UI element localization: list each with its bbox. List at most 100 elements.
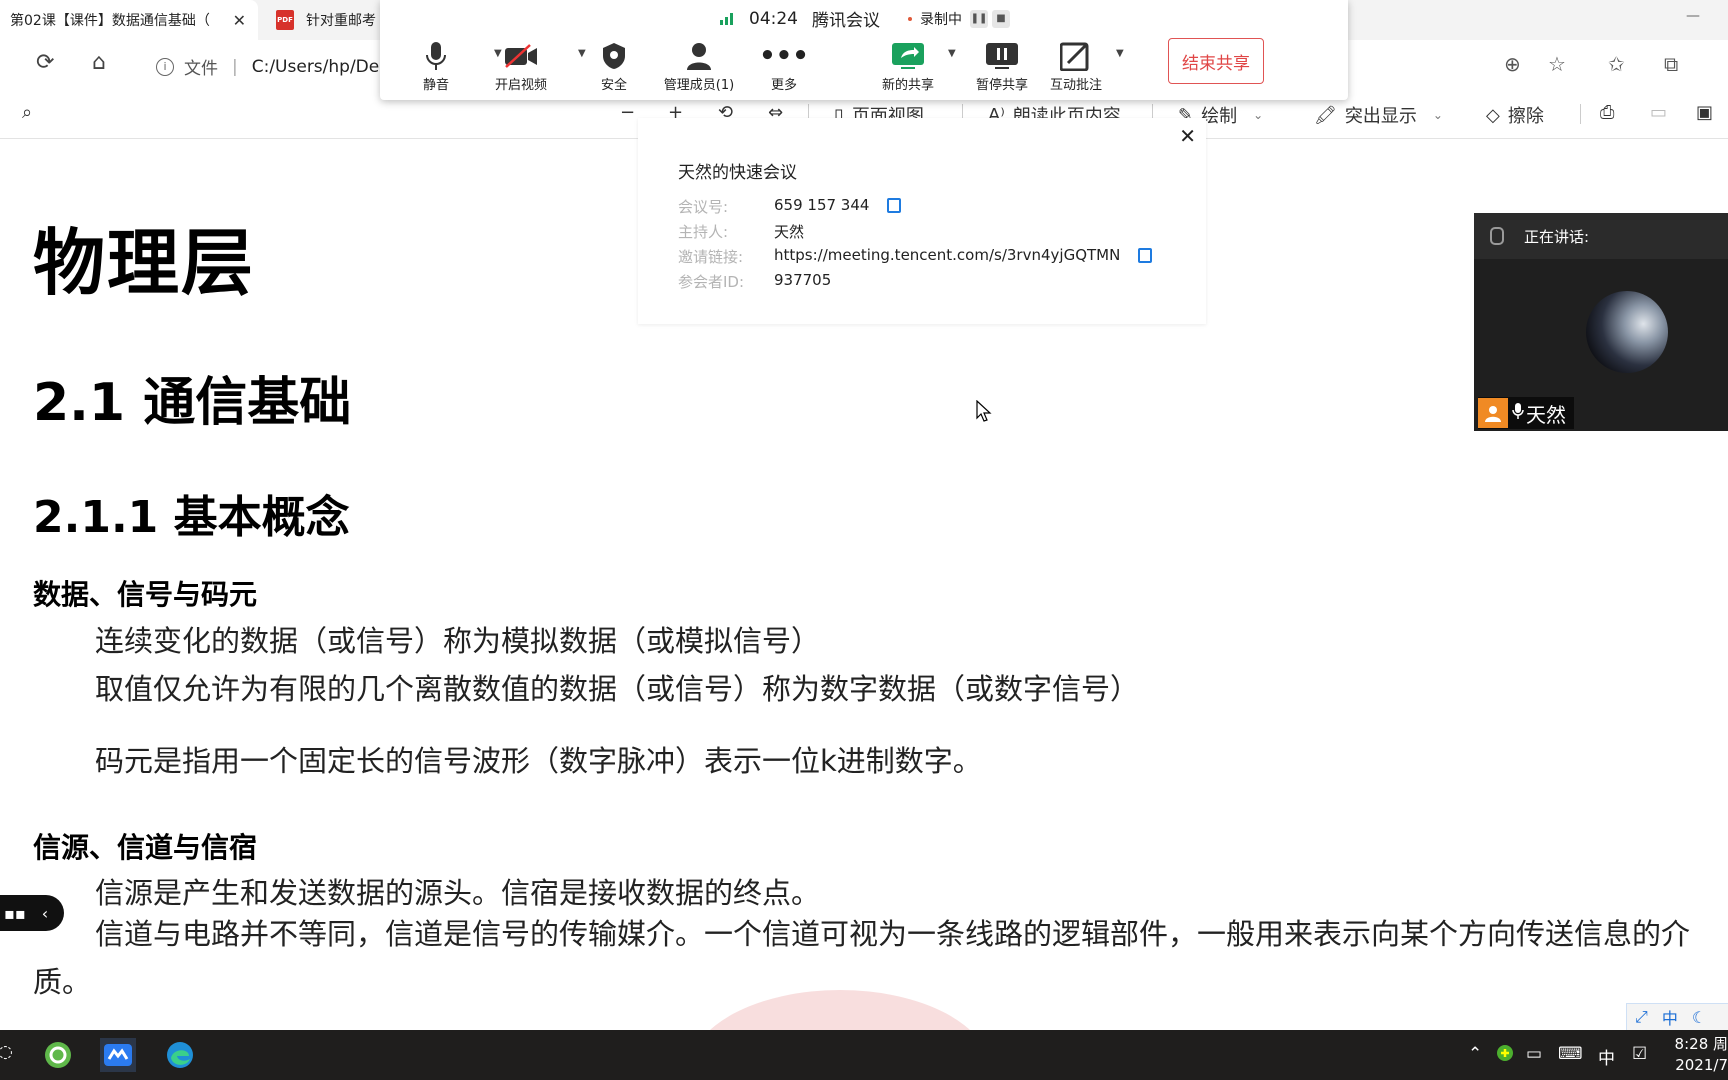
more-label: 更多: [770, 78, 797, 93]
collections-icon[interactable]: ⧉: [1664, 52, 1678, 76]
subsection-heading: 2.1.1 基本概念: [33, 492, 350, 543]
close-icon[interactable]: ✕: [1179, 124, 1196, 148]
chat-toggle-widget[interactable]: ▪▪ ‹: [0, 895, 64, 931]
home-icon[interactable]: ⌂: [92, 50, 106, 75]
zoom-out-icon[interactable]: −: [620, 102, 635, 123]
keyboard-icon[interactable]: ⌨: [1558, 1044, 1583, 1064]
add-favorite-icon[interactable]: ☆: [1548, 52, 1566, 76]
divider: [1580, 104, 1581, 124]
stop-record-icon[interactable]: ■: [992, 9, 1010, 28]
end-share-button[interactable]: 结束共享: [1168, 38, 1264, 84]
network-status-icon[interactable]: [1496, 1044, 1514, 1067]
new-share-button[interactable]: 新的共享: [868, 40, 948, 93]
person-icon: [1478, 398, 1508, 428]
chat-icon: ▪▪: [4, 903, 26, 923]
info-key: 主持人:: [678, 223, 729, 241]
avatar: [1586, 291, 1668, 373]
ime-indicator[interactable]: 中: [1598, 1044, 1615, 1069]
participant-id-row: 参会者ID: 937705: [678, 271, 831, 292]
meeting-id-value: 659 157 344: [774, 196, 870, 214]
tab-pdf[interactable]: PDF 针对重邮考: [272, 0, 396, 40]
more-button[interactable]: ••• 更多: [744, 40, 824, 93]
meeting-id-row: 会议号: 659 157 344: [678, 196, 902, 217]
tab-title: 针对重邮考: [306, 13, 376, 29]
tab-title: 第02课【课件】数据通信基础（: [10, 13, 210, 29]
meeting-timer: 04:24: [749, 8, 798, 29]
topic-heading: 信源、信道与信宿: [33, 831, 258, 864]
search-icon[interactable]: ⌕: [22, 102, 32, 123]
meeting-status: 04:24 腾讯会议 录制中 ❚❚ ■: [720, 6, 1010, 31]
info-key: 会议号:: [678, 198, 729, 216]
annotate-label: 互动批注: [1049, 78, 1102, 93]
print-icon[interactable]: ⎙: [1600, 102, 1614, 123]
copy-icon[interactable]: [1138, 248, 1153, 263]
shield-icon: [602, 40, 626, 72]
highlight-button[interactable]: 🖍 突出显示 ⌄: [1314, 102, 1443, 128]
pause-share-icon: [985, 40, 1019, 72]
zoom-icon[interactable]: ⊕: [1504, 52, 1521, 76]
video-button[interactable]: 开启视频: [481, 40, 561, 93]
copy-icon[interactable]: [887, 198, 902, 213]
participant-id-value: 937705: [774, 271, 832, 289]
system-clock[interactable]: 8:28 周 2021/7: [1666, 1034, 1728, 1076]
favorites-icon[interactable]: ✩: [1608, 52, 1625, 76]
chevron-down-icon[interactable]: ⌄: [1433, 108, 1443, 122]
members-icon: [685, 40, 713, 72]
tab-courseware[interactable]: 第02课【课件】数据通信基础（ ✕: [0, 0, 258, 40]
chevron-up-icon[interactable]: ⌃: [1468, 1044, 1482, 1064]
browser-360-icon[interactable]: [40, 1038, 76, 1072]
annotate-button[interactable]: 互动批注: [1036, 40, 1116, 93]
invite-link-value[interactable]: https://meeting.tencent.com/s/3rvn4yjGQT…: [774, 246, 1120, 267]
camera-off-icon: [504, 40, 538, 72]
chevron-down-icon[interactable]: ▼: [1116, 48, 1124, 59]
edge-browser-icon[interactable]: [162, 1038, 198, 1072]
host-value: 天然: [774, 223, 805, 241]
annotate-icon: [1060, 40, 1092, 72]
address-field[interactable]: i 文件 | C:/Users/hp/Desk: [156, 54, 398, 79]
save-icon[interactable]: ▭: [1650, 102, 1667, 123]
mouse-cursor-icon: [976, 400, 992, 422]
manage-members-button[interactable]: 管理成员(1): [659, 40, 739, 93]
tencent-meeting-icon[interactable]: [100, 1038, 136, 1072]
chevron-left-icon: ‹: [41, 903, 49, 923]
microphone-icon: [1512, 401, 1524, 425]
security-button[interactable]: 安全: [574, 40, 654, 93]
scheme-label: 文件: [184, 59, 218, 79]
battery-icon[interactable]: ▭: [1526, 1044, 1542, 1064]
erase-button[interactable]: ◇ 擦除: [1486, 102, 1544, 128]
ime-mode: 中: [1661, 1009, 1678, 1028]
ime-switch-icon: ⤢: [1635, 1007, 1648, 1026]
meeting-toolbar: 04:24 腾讯会议 录制中 ❚❚ ■ 静音 ▼ 开启视频 ▼ 安全 管理成员(…: [380, 0, 1348, 100]
paragraph: 码元是指用一个固定长的信号波形（数字脉冲）表示一位k进制数字。: [95, 744, 982, 778]
moon-icon: ☾: [1691, 1007, 1707, 1027]
erase-label: 擦除: [1507, 106, 1544, 127]
pause-share-button[interactable]: 暂停共享: [962, 40, 1042, 93]
speaker-name: 天然: [1526, 402, 1566, 427]
pause-record-icon[interactable]: ❚❚: [970, 9, 988, 28]
info-icon[interactable]: i: [156, 57, 174, 76]
share-screen-icon: [891, 40, 925, 72]
chevron-down-icon[interactable]: ▼: [948, 48, 956, 59]
more-icon: •••: [759, 41, 809, 71]
start-icon[interactable]: ◌: [0, 1042, 13, 1062]
security-label: 安全: [600, 78, 627, 93]
mute-label: 静音: [422, 78, 449, 93]
draw-label: 绘制: [1201, 106, 1238, 127]
recording-dot: [908, 16, 912, 21]
pause-share-label: 暂停共享: [975, 78, 1028, 93]
paragraph: 连续变化的数据（或信号）称为模拟数据（或模拟信号）: [95, 624, 821, 658]
page-title: 物理层: [33, 221, 256, 305]
close-icon[interactable]: ✕: [233, 11, 246, 30]
microphone-icon: [1490, 227, 1504, 245]
mute-button[interactable]: 静音: [396, 40, 476, 93]
clock-date: 2021/7: [1675, 1056, 1728, 1074]
save-as-icon[interactable]: ▣: [1696, 102, 1713, 123]
chevron-down-icon[interactable]: ⌄: [1253, 108, 1263, 122]
signal-icon: [720, 12, 733, 25]
ime-widget[interactable]: ⤢ 中 ☾: [1626, 1003, 1728, 1031]
minimize-icon[interactable]: —: [1686, 8, 1700, 24]
recording-label: 录制中: [920, 11, 962, 28]
speaker-panel[interactable]: 正在讲话: 天然: [1474, 213, 1728, 431]
action-center-icon[interactable]: ☑: [1632, 1044, 1647, 1064]
refresh-icon[interactable]: ⟳: [36, 50, 54, 75]
